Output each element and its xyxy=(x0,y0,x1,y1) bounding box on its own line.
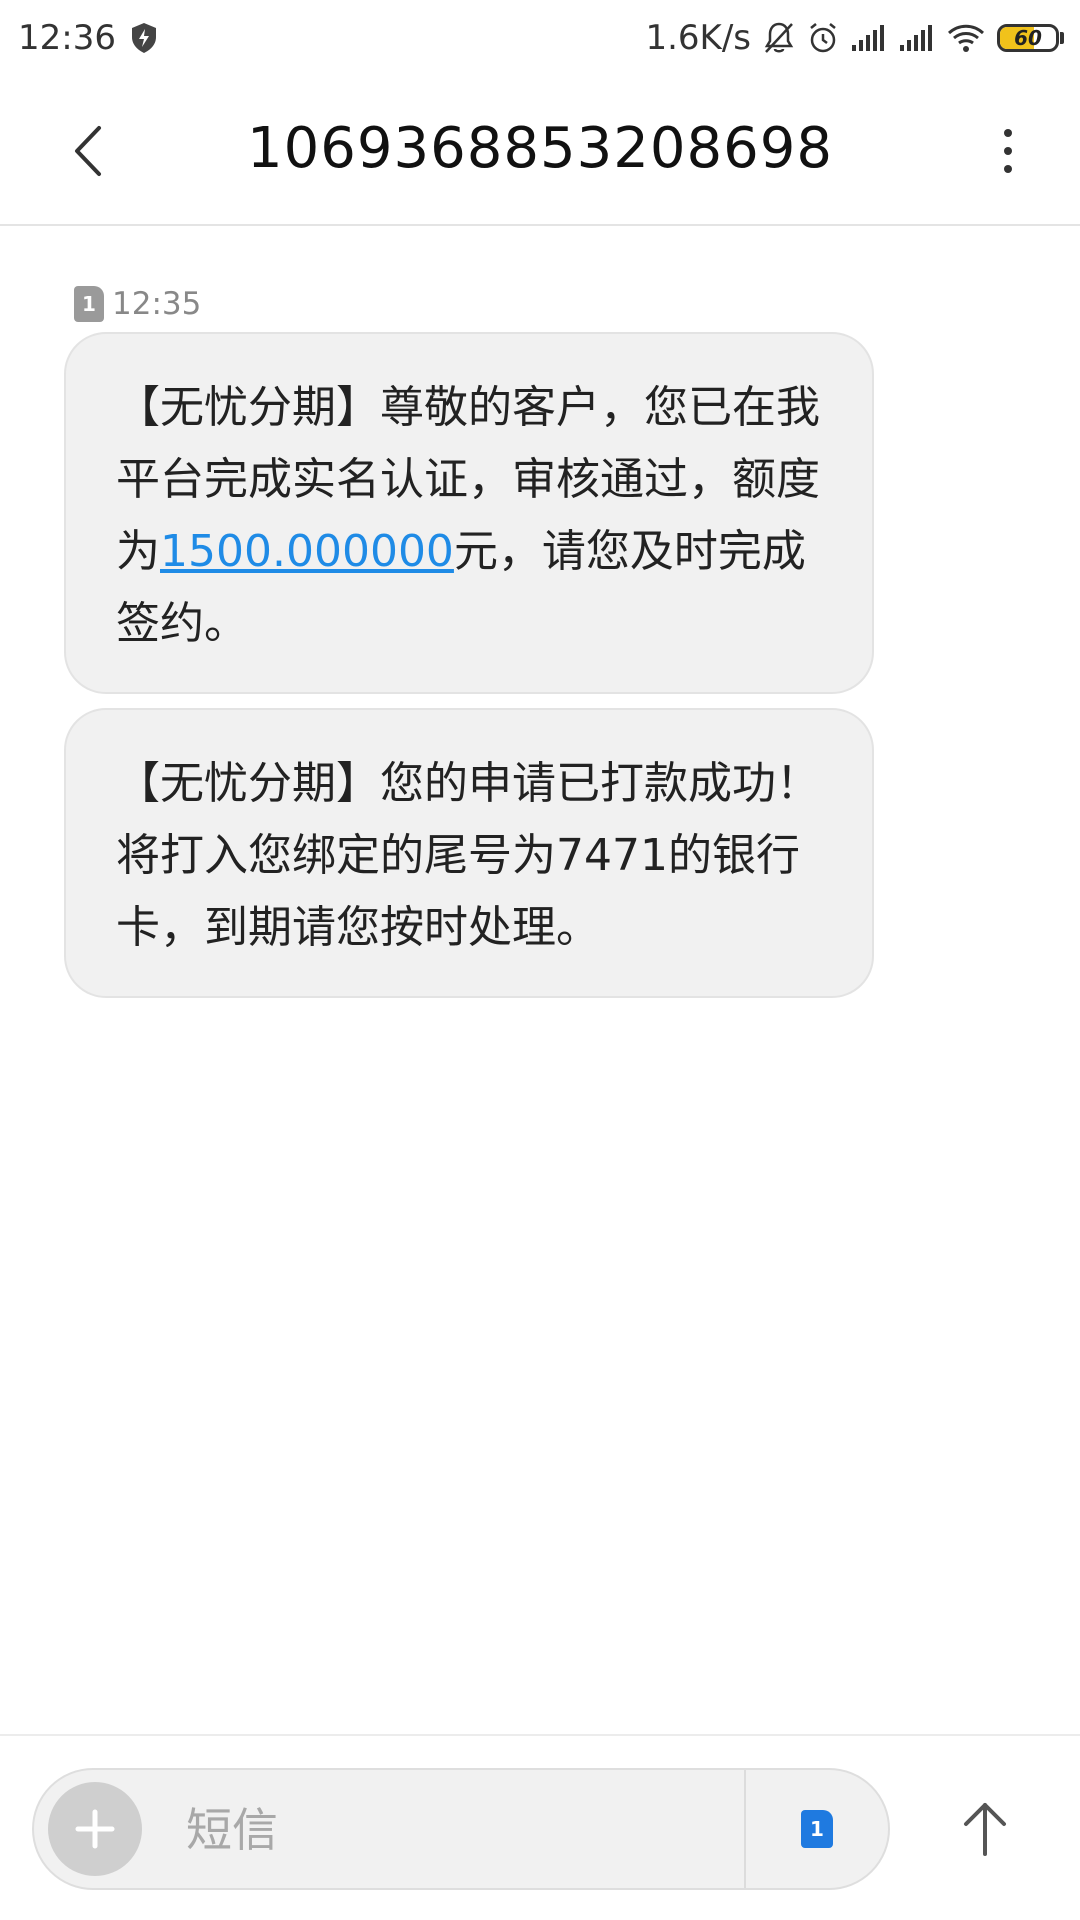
alarm-icon xyxy=(810,23,836,53)
sim-select-button[interactable]: 1 xyxy=(746,1770,888,1888)
contact-title: 10693688532086​98 xyxy=(246,116,834,181)
status-left: 12:36 xyxy=(18,18,158,58)
compose-field: 1 xyxy=(32,1768,890,1890)
more-options-button[interactable] xyxy=(988,116,1028,186)
sim-icon: 1 xyxy=(801,1810,833,1848)
sim-icon: 1 xyxy=(74,286,104,322)
sim-label: 1 xyxy=(810,1817,824,1841)
plus-icon xyxy=(75,1809,115,1849)
more-vertical-icon-dot xyxy=(1004,165,1012,173)
net-speed: 1.6K/s xyxy=(645,18,751,58)
message-bubble[interactable]: 【无忧分期】尊敬的客户，您已在我平台完成实名认证，审核通过，额度为1500.00… xyxy=(64,332,874,694)
conversation-header: 10693688532086​98 xyxy=(0,76,1080,226)
sim-label: 1 xyxy=(82,292,96,316)
status-bar: 12:36 1.6K/s 60 xyxy=(0,0,1080,76)
more-vertical-icon-dot xyxy=(1004,129,1012,137)
message-input[interactable] xyxy=(184,1792,748,1868)
battery-tip xyxy=(1060,32,1064,44)
mute-bell-icon xyxy=(764,22,794,53)
compose-bar: 1 xyxy=(0,1734,1080,1920)
amount-link[interactable]: 1500.000000 xyxy=(160,526,454,577)
battery-body: 60 xyxy=(997,24,1059,52)
signal-icon xyxy=(900,25,932,51)
arrow-up-icon xyxy=(964,1803,1006,1856)
wifi-icon xyxy=(947,24,985,52)
battery-icon: 60 xyxy=(997,24,1064,52)
message-timestamp-row: 1 12:35 xyxy=(74,286,201,322)
send-button[interactable] xyxy=(950,1786,1020,1872)
message-time: 12:35 xyxy=(112,286,202,322)
shield-bolt-icon xyxy=(131,23,156,53)
battery-percent: 60 xyxy=(1014,26,1042,50)
message-text: 【无忧分期】您的申请已打款成功！将打入您绑定的尾号为7471的银行卡，到期请您按… xyxy=(116,758,820,953)
message-bubble[interactable]: 【无忧分期】您的申请已打款成功！将打入您绑定的尾号为7471的银行卡，到期请您按… xyxy=(64,708,874,998)
more-vertical-icon-dot xyxy=(1004,147,1012,155)
status-right: 1.6K/s 60 xyxy=(645,18,1064,58)
status-time: 12:36 xyxy=(18,18,116,58)
signal-icon xyxy=(852,25,884,51)
add-attachment-button[interactable] xyxy=(48,1782,142,1876)
